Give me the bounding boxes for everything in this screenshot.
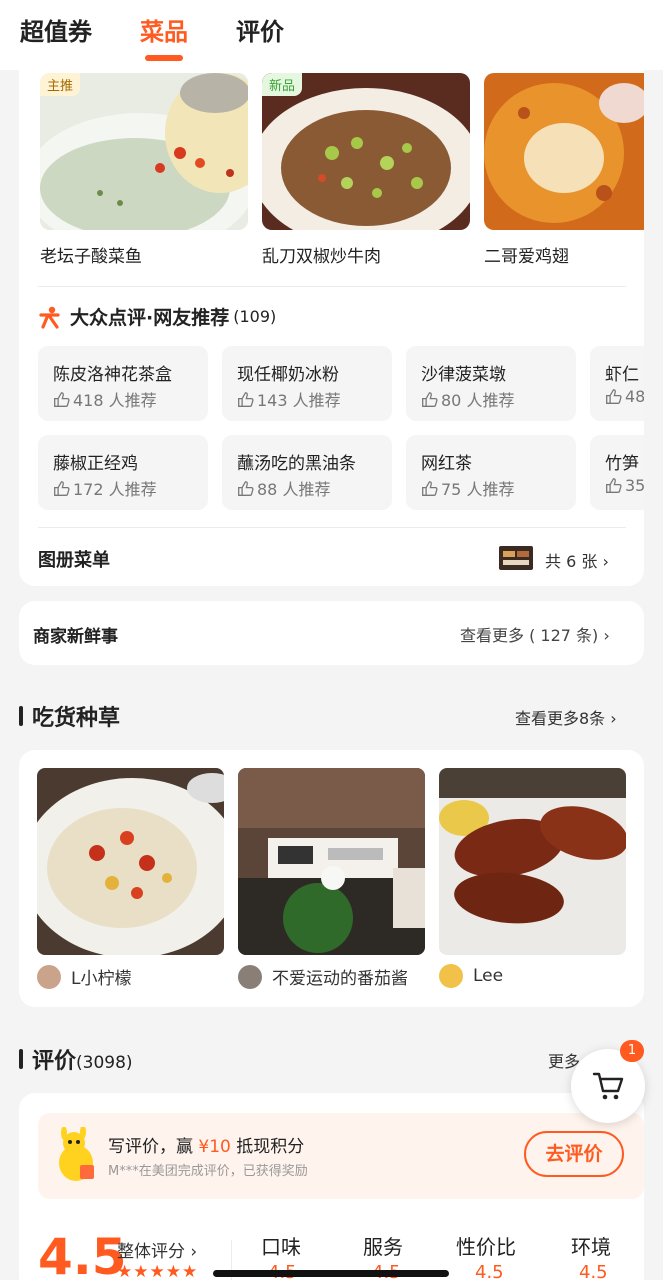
- post-author[interactable]: Lee: [439, 964, 503, 988]
- chevron-right-icon: ›: [610, 709, 617, 728]
- recommend-item-count: 75 人推荐: [421, 476, 514, 500]
- dish-tag-new: 新品: [262, 73, 303, 96]
- chevron-right-icon: ›: [603, 626, 610, 645]
- recommend-item-count: 48: [605, 387, 644, 406]
- thumbs-up-icon: [54, 391, 70, 407]
- grass-more[interactable]: 查看更多8条 ›: [515, 705, 617, 729]
- recommend-item-name: 虾仁: [605, 365, 639, 385]
- post-photo-wings: [439, 768, 626, 955]
- dianping-count: (109): [233, 307, 277, 326]
- recommend-item-count: 88 人推荐: [237, 476, 330, 500]
- cart-badge: 1: [620, 1040, 644, 1062]
- avatar: [37, 964, 61, 989]
- promo-amount: ¥10: [198, 1137, 231, 1157]
- tab-reviews[interactable]: 评价: [236, 12, 284, 47]
- album-label[interactable]: 图册菜单: [38, 546, 110, 572]
- post-image[interactable]: [439, 768, 626, 955]
- post-image[interactable]: [37, 768, 224, 955]
- promo-title: 写评价，赢 ¥10 抵现积分: [108, 1137, 305, 1157]
- dish-image-wings[interactable]: [484, 73, 644, 230]
- chevron-right-icon: ›: [190, 1242, 198, 1262]
- dish-name-wings[interactable]: 二哥爱鸡翅: [484, 242, 569, 267]
- thumbs-up-icon: [422, 391, 438, 407]
- merchant-news-more[interactable]: 查看更多 ( 127 条) ›: [460, 622, 610, 646]
- reviews-count: (3098): [76, 1053, 133, 1073]
- recommend-item-count: 143 人推荐: [237, 387, 341, 411]
- thumbs-up-icon: [422, 480, 438, 496]
- dianping-logo-icon: [39, 306, 60, 329]
- tab-dishes[interactable]: 菜品: [140, 12, 188, 47]
- section-marker: [19, 706, 23, 726]
- post-image[interactable]: [238, 768, 425, 955]
- thumbs-up-icon: [54, 480, 70, 496]
- section-marker: [19, 1049, 23, 1069]
- recommend-item-name: 竹笋: [605, 454, 639, 474]
- tab-coupons[interactable]: 超值券: [20, 12, 92, 47]
- overall-score: 4.5: [38, 1228, 127, 1280]
- rating-value-value: 4.5: [475, 1262, 504, 1280]
- rating-category-taste: 口味: [261, 1235, 301, 1259]
- recommend-item[interactable]: 蘸汤吃的黑油条 88 人推荐: [222, 435, 392, 510]
- mascot-icon: [59, 1127, 94, 1181]
- dish-image-beef[interactable]: 新品: [262, 73, 470, 230]
- grass-title: 吃货种草: [32, 706, 121, 731]
- recommend-item[interactable]: 藤椒正经鸡 172 人推荐: [38, 435, 208, 510]
- dish-name-fish[interactable]: 老坛子酸菜鱼: [40, 242, 142, 267]
- thumbs-up-icon: [238, 480, 254, 496]
- recommend-item-name: 藤椒正经鸡: [53, 454, 138, 474]
- rating-category-value: 性价比: [456, 1235, 516, 1259]
- thumbs-up-icon: [238, 391, 254, 407]
- recommend-item[interactable]: 沙律菠菜墩 80 人推荐: [406, 346, 576, 421]
- review-promo-banner: 写评价，赢 ¥10 抵现积分 M***在美团完成评价，已获得奖励 去评价: [38, 1113, 644, 1199]
- active-tab-indicator: [145, 55, 183, 61]
- recommend-item[interactable]: 竹笋 35: [590, 435, 644, 510]
- wings-dish-photo: [484, 73, 644, 230]
- merchant-news-label: 商家新鲜事: [33, 627, 118, 647]
- fish-dish-photo: [40, 73, 248, 230]
- dish-name-beef[interactable]: 乱刀双椒炒牛肉: [262, 242, 381, 267]
- album-thumbnail[interactable]: [499, 546, 533, 570]
- recommend-item-name: 网红茶: [421, 454, 472, 474]
- recommend-item-count: 35: [605, 476, 644, 495]
- dianping-header: 大众点评·网友推荐 (109): [38, 303, 276, 330]
- reviews-title: 评价(3098): [32, 1049, 133, 1074]
- recommend-item-name: 陈皮洛神花茶盒: [53, 365, 172, 385]
- recommend-item-count: 80 人推荐: [421, 387, 514, 411]
- avatar: [238, 964, 262, 989]
- beef-dish-photo: [262, 73, 470, 230]
- recommend-item-name: 沙律菠菜墩: [421, 365, 506, 385]
- recommend-item[interactable]: 陈皮洛神花茶盒 418 人推荐: [38, 346, 208, 421]
- rating-value-environment: 4.5: [579, 1262, 608, 1280]
- divider: [38, 286, 626, 287]
- home-indicator[interactable]: [213, 1270, 449, 1277]
- chevron-right-icon: ›: [602, 552, 609, 571]
- rating-category-environment: 环境: [571, 1235, 611, 1259]
- write-review-button[interactable]: 去评价: [524, 1131, 624, 1177]
- dish-tag-main: 主推: [40, 73, 81, 96]
- recommend-item-name: 蘸汤吃的黑油条: [237, 454, 356, 474]
- recommend-item-count: 418 人推荐: [53, 387, 157, 411]
- overall-score-label[interactable]: 整体评分 ›: [117, 1237, 197, 1262]
- shopping-cart-icon: [592, 1072, 624, 1100]
- divider: [38, 527, 626, 528]
- top-tab-bar: 超值券 菜品 评价: [0, 0, 663, 70]
- post-author[interactable]: 不爱运动的番茄酱: [238, 964, 408, 989]
- recommend-item-name: 现任椰奶冰粉: [237, 365, 339, 385]
- recommend-item[interactable]: 网红茶 75 人推荐: [406, 435, 576, 510]
- promo-subtitle: M***在美团完成评价，已获得奖励: [108, 1164, 308, 1179]
- dish-image-fish[interactable]: 主推: [40, 73, 248, 230]
- rating-category-service: 服务: [363, 1235, 403, 1259]
- recommend-item[interactable]: 虾仁 48: [590, 346, 644, 421]
- post-photo-storefront: [238, 768, 425, 955]
- post-photo-fish: [37, 768, 224, 955]
- dianping-title: 大众点评·网友推荐: [70, 307, 230, 329]
- album-count[interactable]: 共 6 张 ›: [545, 548, 609, 572]
- recommend-item-count: 172 人推荐: [53, 476, 157, 500]
- thumbs-up-icon: [606, 389, 622, 404]
- thumbs-up-icon: [606, 478, 622, 493]
- recommend-item[interactable]: 现任椰奶冰粉 143 人推荐: [222, 346, 392, 421]
- post-author[interactable]: L小柠檬: [37, 964, 131, 989]
- avatar: [439, 964, 463, 988]
- rating-stars: ★★★★★: [117, 1262, 199, 1280]
